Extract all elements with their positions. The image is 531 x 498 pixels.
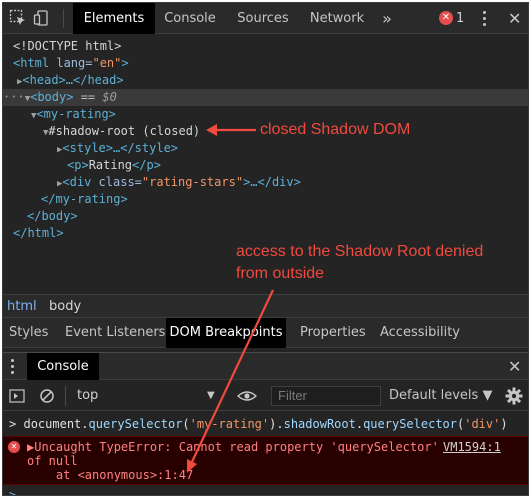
devtools-window: Elements Console Sources Network » ✕ 1 ✕… — [2, 2, 529, 496]
denied-arrow — [187, 289, 274, 473]
annotation-arrows — [187, 124, 274, 473]
shadow-root-arrow — [206, 124, 256, 136]
